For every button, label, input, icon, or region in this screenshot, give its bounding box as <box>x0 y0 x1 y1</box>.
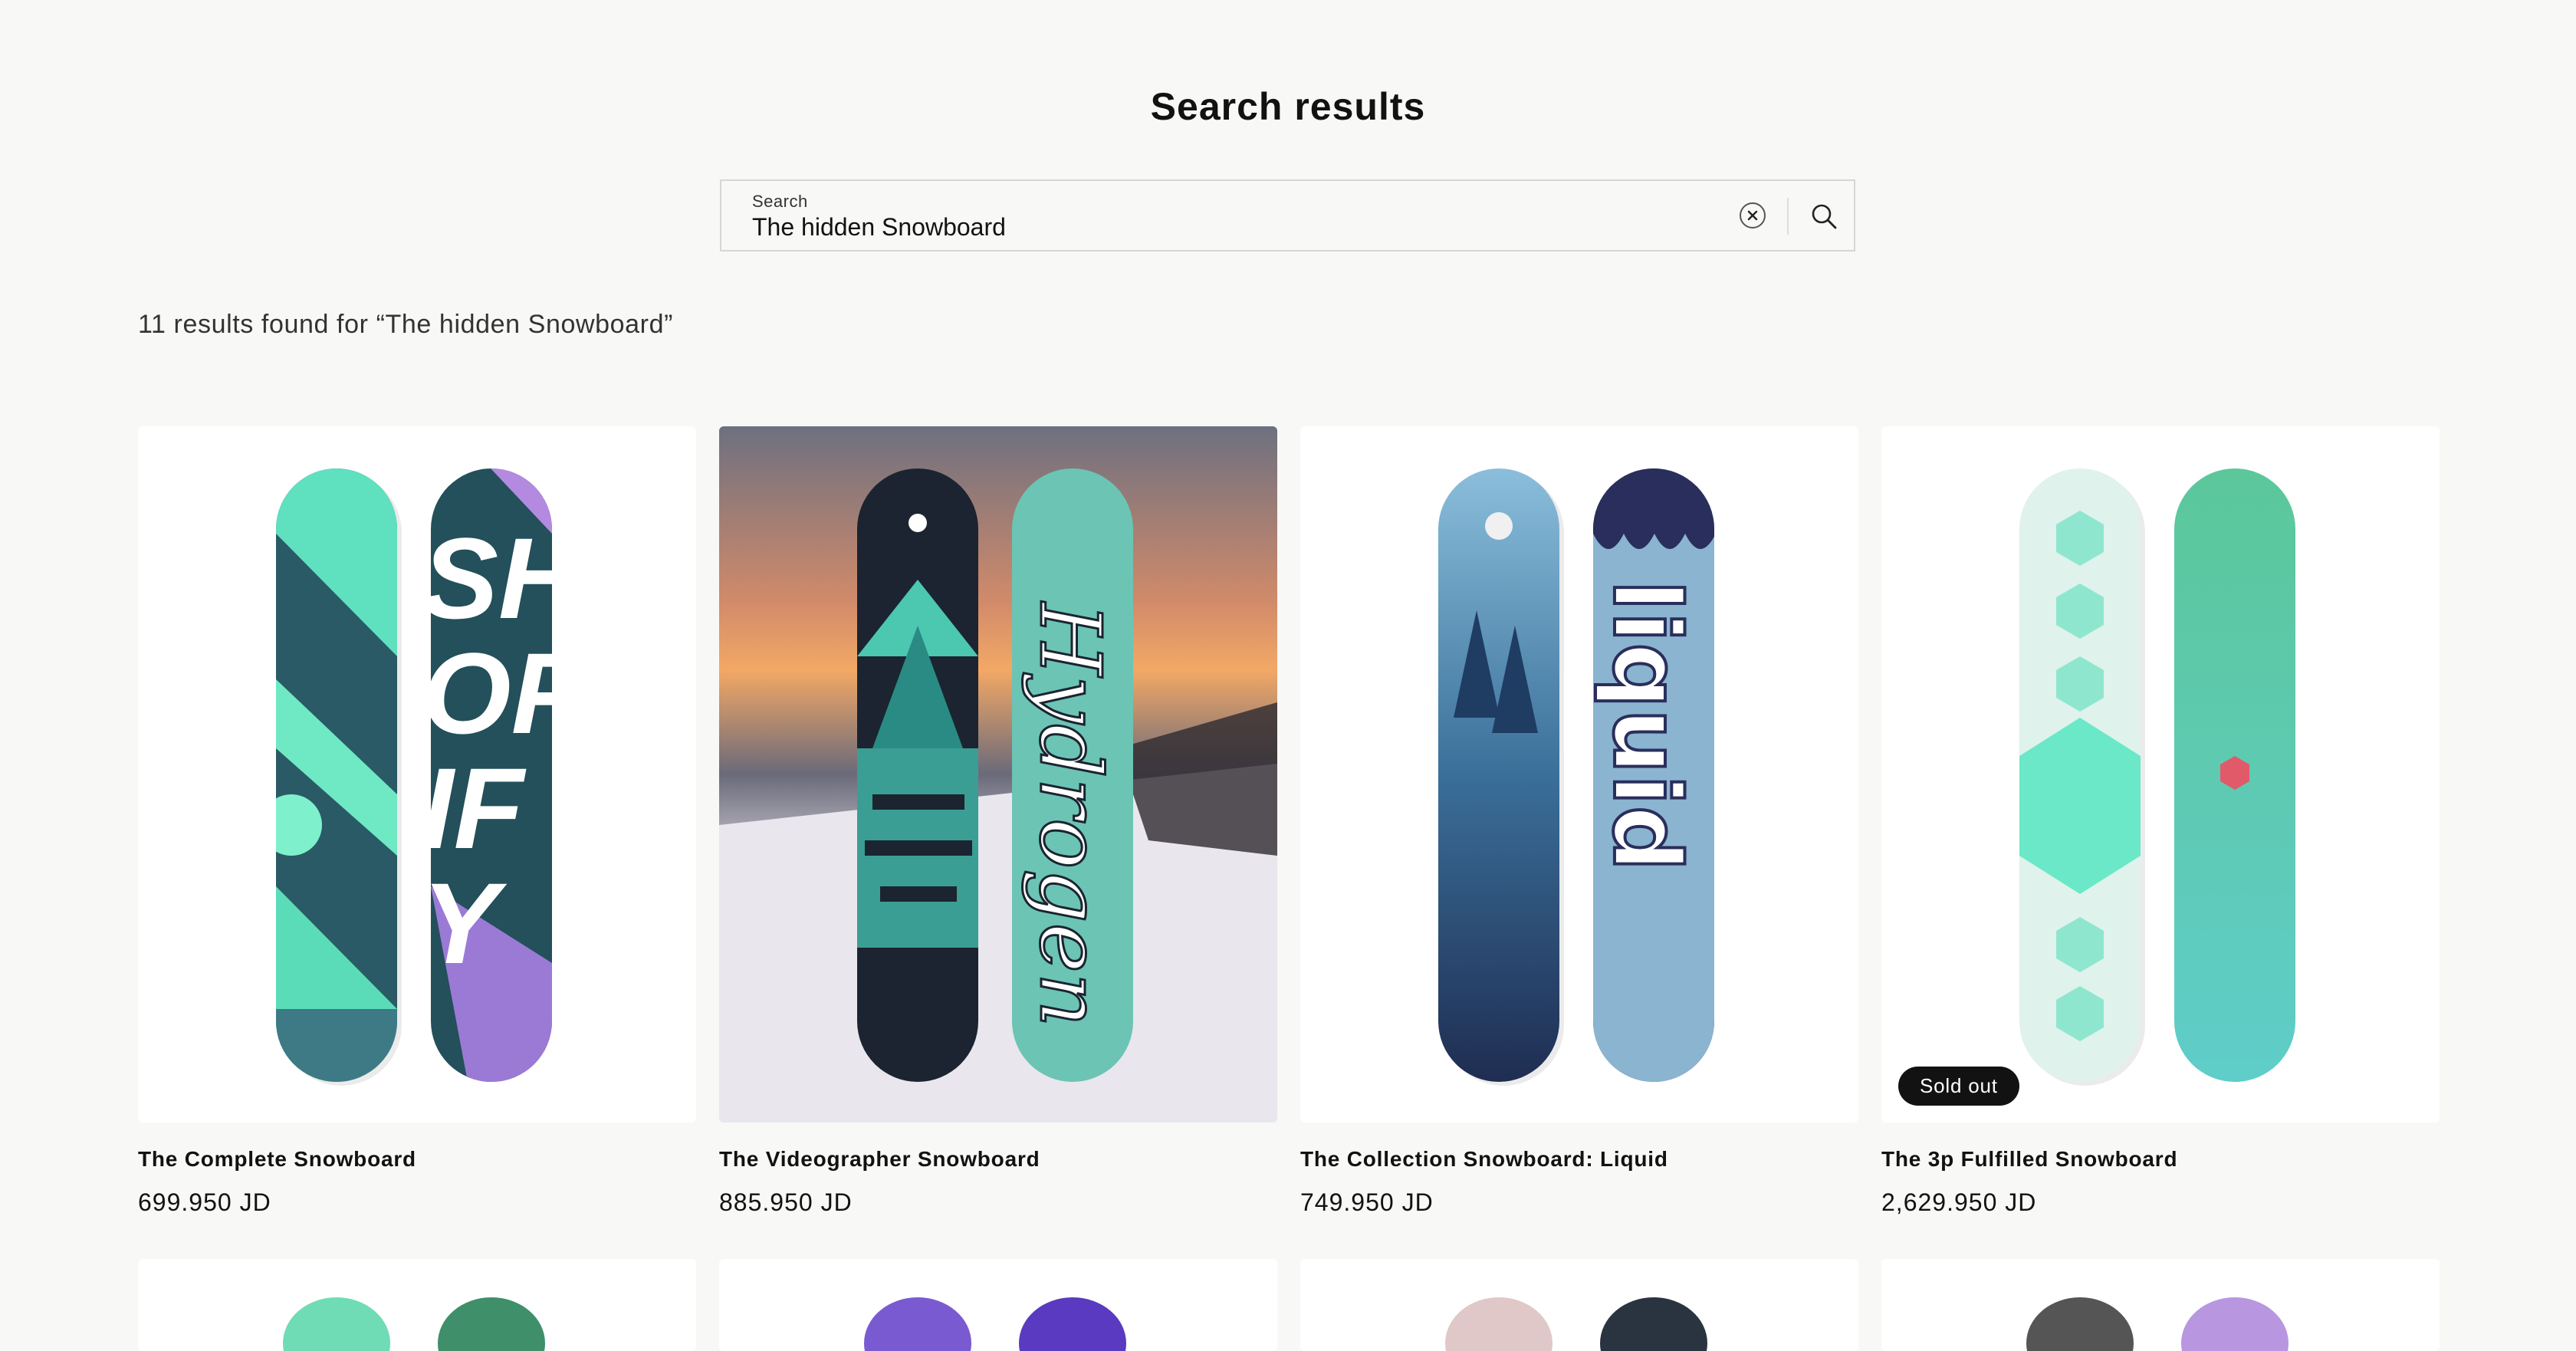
snowboard-image: Hydrogen <box>719 426 1277 1123</box>
product-title[interactable]: The Complete Snowboard <box>138 1147 696 1172</box>
product-card-partial[interactable] <box>1300 1259 1858 1351</box>
sold-out-badge: Sold out <box>1898 1067 2019 1106</box>
svg-text:OP: OP <box>422 629 589 758</box>
svg-text:IF: IF <box>422 744 527 873</box>
svg-text:liquid: liquid <box>1592 580 1699 872</box>
clear-search-button[interactable] <box>1740 202 1766 228</box>
snowboard-image <box>864 1297 1126 1351</box>
product-card-partial[interactable] <box>138 1259 696 1351</box>
snowboard-image: liquid <box>1438 468 1714 1086</box>
search-submit-button[interactable] <box>1802 195 1845 238</box>
product-price: 699.950 JD <box>138 1188 271 1216</box>
product-card-partial[interactable] <box>719 1259 1277 1351</box>
product-image[interactable]: SH OP IF Y <box>138 426 696 1123</box>
search-input[interactable] <box>751 212 1674 242</box>
search-icon <box>1812 204 1837 229</box>
close-icon <box>1747 210 1758 221</box>
search-label: Search <box>752 192 808 211</box>
product-title[interactable]: The 3p Fulfilled Snowboard <box>1881 1147 2440 1172</box>
results-count: 11 results found for “The hidden Snowboa… <box>138 310 674 339</box>
product-price: 2,629.950 JD <box>1881 1188 2037 1216</box>
snowboard-image <box>1445 1297 1707 1351</box>
product-title[interactable]: The Videographer Snowboard <box>719 1147 1277 1172</box>
product-card[interactable]: Sold out The 3p Fulfilled Snowboard 2,62… <box>1881 426 2440 1217</box>
page-title: Search results <box>1150 85 1426 128</box>
svg-text:Y: Y <box>422 859 508 988</box>
product-card-partial[interactable] <box>1881 1259 2440 1351</box>
product-price: 749.950 JD <box>1300 1188 1434 1216</box>
product-image[interactable]: liquid <box>1300 426 1858 1123</box>
product-image[interactable]: Sold out <box>1881 426 2440 1123</box>
snowboard-image <box>2026 1297 2288 1351</box>
product-title[interactable]: The Collection Snowboard: Liquid <box>1300 1147 1858 1172</box>
search-divider <box>1787 198 1789 235</box>
svg-text:SH: SH <box>422 514 583 643</box>
product-image[interactable]: Hydrogen <box>719 426 1277 1123</box>
product-card[interactable]: liquid The Collection Snowboard: Liquid … <box>1300 426 1858 1217</box>
product-card[interactable]: SH OP IF Y The Complete Snowboard 699.95… <box>138 426 696 1217</box>
snowboard-image <box>2019 468 2295 1086</box>
snowboard-image <box>283 1297 545 1351</box>
search-field[interactable]: Search <box>720 179 1855 251</box>
svg-text:Hydrogen: Hydrogen <box>1021 601 1119 1027</box>
product-card[interactable]: Hydrogen The Videographer Snowboard 885.… <box>719 426 1277 1217</box>
product-price: 885.950 JD <box>719 1188 853 1216</box>
snowboard-image: SH OP IF Y <box>276 468 589 1086</box>
